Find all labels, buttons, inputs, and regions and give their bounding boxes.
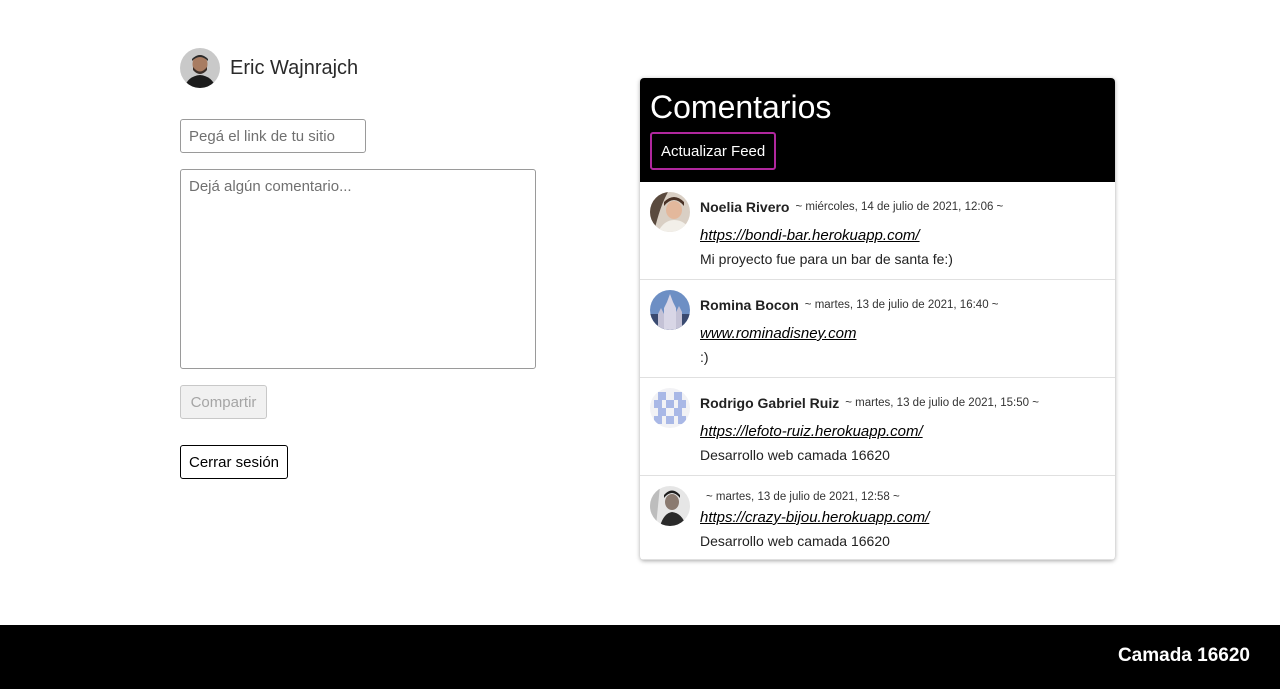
comment-meta: Rodrigo Gabriel Ruiz ~ martes, 13 de jul… — [700, 388, 1105, 418]
comment-avatar — [650, 388, 690, 428]
user-name: Eric Wajnrajch — [230, 56, 359, 79]
site-link-input[interactable] — [180, 119, 366, 153]
comment-meta: Noelia Rivero ~ miércoles, 14 de julio d… — [700, 192, 1105, 222]
comment-link[interactable]: https://bondi-bar.herokuapp.com/ — [700, 226, 1105, 246]
comment-text: Desarrollo web camada 16620 — [700, 447, 890, 463]
comment-date: ~ martes, 13 de julio de 2021, 12:58 ~ — [706, 491, 900, 503]
comment-link[interactable]: https://lefoto-ruiz.herokuapp.com/ — [700, 422, 1105, 442]
share-button[interactable]: Compartir — [180, 385, 267, 419]
comment-link[interactable]: https://crazy-bijou.herokuapp.com/ — [700, 508, 1105, 528]
comment-date: ~ miércoles, 14 de julio de 2021, 12:06 … — [795, 201, 1004, 213]
comments-header: Comentarios Actualizar Feed — [640, 78, 1115, 182]
comment-item: Rodrigo Gabriel Ruiz ~ martes, 13 de jul… — [640, 378, 1115, 476]
comment-item: Noelia Rivero ~ miércoles, 14 de julio d… — [640, 182, 1115, 280]
comment-author: Noelia Rivero — [700, 199, 790, 215]
comment-date: ~ martes, 13 de julio de 2021, 16:40 ~ — [804, 299, 999, 311]
comment-author: Romina Bocon — [700, 297, 799, 313]
comment-text: Mi proyecto fue para un bar de santa fe:… — [700, 251, 953, 267]
page: Eric Wajnrajch Compartir Cerrar sesión C… — [0, 0, 1280, 689]
comment-avatar — [650, 486, 690, 526]
refresh-feed-button[interactable]: Actualizar Feed — [650, 132, 777, 170]
comment-item: ~ martes, 13 de julio de 2021, 12:58 ~ h… — [640, 476, 1115, 560]
footer: Camada 16620 — [0, 625, 1280, 689]
comment-meta: ~ martes, 13 de julio de 2021, 12:58 ~ — [700, 486, 1105, 508]
comment-date: ~ martes, 13 de julio de 2021, 15:50 ~ — [845, 397, 1039, 409]
comment-avatar — [650, 192, 690, 232]
comments-title: Comentarios — [650, 89, 832, 125]
user-info: Eric Wajnrajch — [180, 48, 358, 88]
comments-panel: Comentarios Actualizar Feed Noelia River… — [640, 78, 1115, 560]
comment-link[interactable]: www.rominadisney.com — [700, 324, 1105, 344]
comment-meta: Romina Bocon ~ martes, 13 de julio de 20… — [700, 290, 1105, 320]
footer-text: Camada 16620 — [1117, 645, 1250, 666]
comment-item: Romina Bocon ~ martes, 13 de julio de 20… — [640, 280, 1115, 378]
comment-text: :) — [700, 349, 709, 365]
comment-author: Rodrigo Gabriel Ruiz — [700, 395, 840, 411]
user-avatar — [180, 48, 220, 88]
comment-avatar — [650, 290, 690, 330]
logout-button[interactable]: Cerrar sesión — [180, 445, 288, 479]
comment-textarea[interactable] — [180, 169, 536, 369]
comment-text: Desarrollo web camada 16620 — [700, 533, 890, 549]
